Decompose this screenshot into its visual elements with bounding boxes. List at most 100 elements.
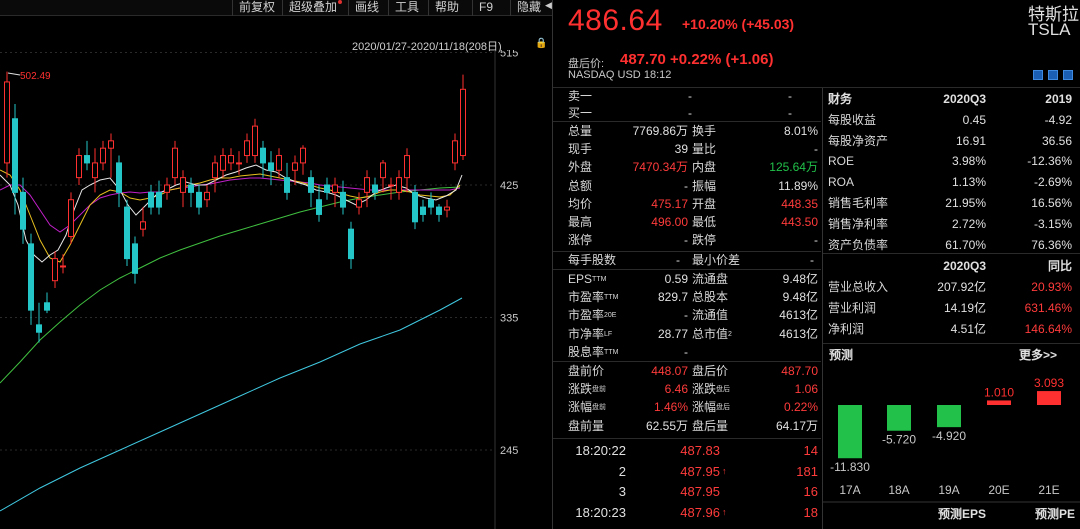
table-row-label-text: 销售净利率 [828, 216, 889, 231]
valuation-value: 829.7 [618, 289, 688, 306]
stat-value: 496.00 [608, 214, 688, 231]
candle-body [60, 265, 66, 268]
forecast-bar-value: 3.093 [1034, 376, 1064, 390]
candle-body [116, 162, 122, 193]
candle-body [68, 199, 74, 238]
axis-tick-label: 245 [500, 445, 518, 457]
candle-body [268, 162, 274, 171]
candle-body [364, 177, 370, 193]
table-row-value: 14.19亿 [908, 300, 986, 317]
forecast-bar [1037, 391, 1061, 405]
prepost-label-text: 涨幅 [568, 400, 593, 415]
orderbook-volume: - [788, 105, 808, 122]
prepost-value-text: 0.22% [783, 400, 818, 415]
exchange-line: NASDAQ USD 18:12 [568, 69, 671, 81]
prepost-value: 0.22% [728, 399, 818, 416]
edit-icon[interactable] [1033, 70, 1043, 80]
share-icon[interactable] [1048, 70, 1058, 80]
table-row-label: 净利润 [828, 321, 908, 338]
table-row-label-text: 净利润 [828, 322, 865, 336]
prepost-value-text: 487.70 [781, 364, 818, 378]
table-header-col-text: 同比 [1047, 259, 1072, 273]
prepost-value: 6.46 [618, 381, 688, 398]
stat-label: 最低 [692, 214, 732, 231]
candle-body [172, 147, 178, 179]
forecast-pe-tab[interactable]: 预测PE [1035, 506, 1075, 521]
stat-label: 现手 [568, 141, 608, 158]
toolbar-item-f9[interactable]: F9 [472, 0, 499, 16]
stat-value-text: 7470.34万 [632, 160, 688, 175]
stat-value-text: 11.89% [778, 178, 818, 193]
valuation-value: 9.48亿 [728, 271, 818, 288]
stat-label-text: 量比 [692, 142, 717, 157]
prepost-value: 1.06 [728, 381, 818, 398]
stat-value: 39 [608, 141, 688, 158]
prepost-value: 64.17万 [728, 418, 818, 435]
candle-body [460, 88, 466, 157]
stat-row: 现手 39 量比 - [568, 141, 818, 158]
stat-label: 开盘 [692, 196, 732, 213]
prepost-row: 涨幅盘前 1.46% 涨幅盘后 0.22% [568, 399, 818, 416]
candle-body [124, 206, 130, 260]
stat-label-text: 开盘 [692, 196, 717, 211]
stat-label-text: 振幅 [692, 178, 717, 193]
lock-icon[interactable]: 🔒 [535, 38, 547, 49]
tick-time: 2 [560, 463, 626, 480]
table-header-label: 财务 [828, 91, 888, 108]
valuation-value-text: 4613亿 [779, 326, 818, 341]
candle-body [396, 177, 402, 193]
toolbar-item-help[interactable]: 帮助 [428, 0, 465, 16]
table-row: 营业利润 14.19亿 631.46% [828, 300, 1076, 317]
toolbar-item-overlay[interactable]: 超级叠加 [282, 0, 348, 16]
stat-label: 外盘 [568, 159, 608, 176]
toolbar-item-adjust[interactable]: 前复权 [232, 0, 281, 16]
valuation-label-text: 股息率 [568, 344, 605, 359]
forecast-category-label: 21E [1038, 483, 1059, 497]
forecast-bar [937, 405, 961, 428]
table-row: 销售净利率 2.72% -3.15% [828, 216, 1076, 233]
orderbook-label: 卖一 [568, 88, 618, 105]
candlestick-chart[interactable]: 515 425 335 245 502.49 [0, 50, 552, 529]
valuation-value: 9.48亿 [728, 289, 818, 306]
label-superscript: 盘前 [592, 386, 607, 394]
orderbook-label: 买一 [568, 105, 618, 122]
table-header-col: 同比 [996, 258, 1072, 275]
forecast-eps-tab[interactable]: 预测EPS [938, 506, 986, 521]
toolbar-scroll-icon[interactable]: ◀ [545, 0, 552, 11]
prepost-value: 62.55万 [618, 418, 688, 435]
divider [553, 269, 821, 270]
forecast-more-link[interactable]: 更多>> [1019, 346, 1057, 363]
candle-body [108, 140, 114, 149]
stat-label-text: 均价 [568, 196, 593, 211]
table-row-label: 每股收益 [828, 112, 908, 129]
table-row: ROA 1.13% -2.69% [828, 174, 1076, 191]
table-header-col-text: 2019 [1045, 92, 1072, 106]
candle-body [180, 177, 186, 193]
forecast-title: 预测 [829, 348, 854, 362]
toolbar-item-tools[interactable]: 工具 [388, 0, 425, 16]
valuation-label-text: 流通盘 [692, 272, 729, 286]
table-row-value-text: 631.46% [1024, 301, 1072, 315]
candle-body [84, 155, 90, 164]
stat-label: 最高 [568, 214, 608, 231]
valuation-value: 4613亿 [728, 307, 818, 324]
candle-body [420, 206, 426, 215]
prepost-label-text: 盘后量 [692, 418, 729, 433]
valuation-row: 市净率LF 28.77 总市值2 4613亿 [568, 326, 818, 343]
prepost-value: 448.07 [618, 363, 688, 380]
expand-icon[interactable] [1063, 70, 1073, 80]
currency: USD [617, 69, 641, 81]
toolbar-item-hide[interactable]: 隐藏 [510, 0, 547, 16]
stat-row: 涨停 - 跌停 - [568, 232, 818, 249]
price-change: +10.20% (+45.03) [682, 16, 795, 32]
candle-body [276, 155, 282, 171]
toolbar-item-draw[interactable]: 画线 [348, 0, 385, 16]
table-row-value-text: 4.51亿 [950, 322, 986, 336]
tick-time: 18:20:22 [560, 442, 626, 459]
forecast-category-label: 18A [888, 483, 909, 497]
prepost-value-text: 1.46% [653, 400, 688, 415]
table-row-value: 76.36% [996, 237, 1072, 254]
stat-value: 11.89% [728, 178, 818, 195]
valuation-value-text: 829.7 [657, 290, 688, 305]
table-row-value-text: 61.70% [945, 237, 986, 252]
